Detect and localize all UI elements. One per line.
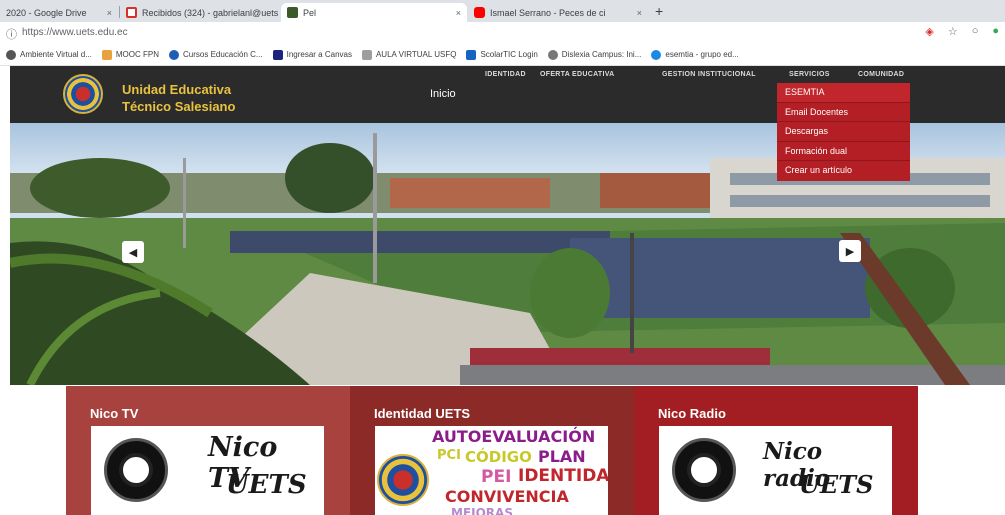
feature-panels: Nico TV Nico TV UETS Identidad UETS AUTO…	[66, 386, 918, 515]
profile-icon[interactable]: ●	[992, 25, 999, 38]
bookmark-ambiente-virtual[interactable]: Ambiente Virtual d...	[6, 49, 92, 60]
bookmark-icon	[466, 49, 477, 60]
bookmark-aula-virtual[interactable]: AULA VIRTUAL USFQ	[361, 49, 457, 60]
dropdown-item-crear-articulo[interactable]: Crear un artículo	[777, 161, 910, 181]
youtube-icon	[474, 7, 485, 18]
extension-icon[interactable]: ○	[972, 25, 979, 38]
word: IDENTIDAD	[518, 466, 608, 486]
bookmark-icon	[272, 49, 283, 60]
bookmark-scolartic[interactable]: ScolarTIC Login	[466, 49, 538, 60]
nav-inicio[interactable]: Inicio	[430, 88, 456, 100]
tab-title: Pel	[303, 7, 317, 18]
bookmark-icon	[361, 49, 372, 60]
new-tab-button[interactable]: +	[655, 3, 663, 19]
nav-comunidad[interactable]: COMUNIDAD	[858, 71, 904, 78]
url-field[interactable]: https://www.uets.edu.ec	[22, 27, 128, 38]
gmail-icon	[126, 7, 137, 18]
word: PEI	[481, 467, 512, 487]
tab-title: Recibidos (324) - gabrielanl@uets	[142, 7, 279, 18]
toolbar-icons: ◈ ☆ ○ ●	[925, 25, 999, 38]
close-icon[interactable]: ×	[278, 8, 280, 18]
bookmark-esemtia[interactable]: esemtia - grupo ed...	[651, 49, 739, 60]
bookmark-icon	[651, 49, 662, 60]
nav-gestion-institucional[interactable]: GESTION INSTITUCIONAL	[662, 71, 756, 78]
carousel-next-button[interactable]: ▶	[839, 240, 861, 262]
bookmark-mooc[interactable]: MOOC FPN	[101, 49, 159, 60]
bookmark-label: Dislexia Campus: Ini...	[561, 50, 642, 59]
panel-title: Identidad UETS	[374, 406, 471, 421]
bookmark-label: ScolarTIC Login	[480, 50, 538, 59]
school-logo[interactable]	[63, 74, 103, 114]
nico-tv-badge-icon	[104, 438, 168, 502]
tab-youtube[interactable]: Ismael Serrano - Peces de ci ×	[468, 3, 648, 22]
dropdown-item-email-docentes[interactable]: Email Docentes	[777, 103, 910, 122]
word: AUTOEVALUACIÓN	[432, 427, 596, 446]
nico-radio-image[interactable]: Nico radio UETS	[659, 426, 892, 515]
close-icon[interactable]: ×	[101, 8, 112, 18]
tab-title: Ismael Serrano - Peces de ci	[490, 7, 606, 18]
word: PLAN	[538, 447, 586, 466]
tab-title: 2020 - Google Drive	[6, 7, 87, 18]
bookmark-label: AULA VIRTUAL USFQ	[375, 50, 457, 59]
panel-title: Nico TV	[90, 406, 139, 421]
bookmark-label: MOOC FPN	[115, 50, 159, 59]
panel-nico-radio[interactable]: Nico Radio Nico radio UETS	[634, 386, 918, 515]
school-name[interactable]: Unidad Educativa Técnico Salesiano	[122, 81, 235, 115]
word: CÓDIGO	[465, 448, 532, 466]
site-favicon-icon	[287, 7, 298, 18]
school-name-line2: Técnico Salesiano	[122, 99, 236, 114]
tab-pel[interactable]: Pel ×	[281, 3, 467, 22]
dropdown-item-esemtia[interactable]: ESEMTIA	[777, 83, 910, 103]
bookmark-label: Cursos Educación C...	[183, 50, 263, 59]
microphone-icon	[687, 453, 721, 487]
bookmark-canvas[interactable]: Ingresar a Canvas	[272, 49, 352, 60]
script-subtitle: UETS	[226, 470, 307, 500]
nav-identidad[interactable]: IDENTIDAD	[485, 71, 526, 78]
bookmark-icon	[169, 49, 179, 60]
panel-title: Nico Radio	[658, 406, 726, 421]
close-icon[interactable]: ×	[450, 8, 461, 18]
servicios-dropdown: ESEMTIA Email Docentes Descargas Formaci…	[777, 83, 910, 181]
panel-identidad-uets[interactable]: Identidad UETS AUTOEVALUACIÓN PCI CÓDIGO…	[350, 386, 634, 515]
word: CONVIVENCIA	[445, 487, 569, 506]
bookmark-icon	[101, 49, 112, 60]
address-bar: ⓘ https://www.uets.edu.ec ◈ ☆ ○ ●	[0, 22, 1005, 44]
school-name-line1: Unidad Educativa	[122, 82, 232, 97]
info-icon[interactable]: ⓘ	[6, 26, 17, 42]
tab-google-drive[interactable]: 2020 - Google Drive ×	[0, 3, 118, 22]
bookmark-star-icon[interactable]: ☆	[948, 25, 958, 38]
bookmarks-bar: Ambiente Virtual d... MOOC FPN Cursos Ed…	[0, 44, 1005, 66]
nico-tv-image[interactable]: Nico TV UETS	[91, 426, 324, 515]
word: MEJORAS	[451, 506, 513, 515]
bookmark-cursos[interactable]: Cursos Educación C...	[169, 49, 263, 60]
camera-icon	[119, 453, 153, 487]
bookmark-icon	[6, 49, 16, 60]
bookmark-label: Ambiente Virtual d...	[20, 50, 92, 59]
word: PCI	[437, 448, 461, 463]
nav-oferta-educativa[interactable]: OFERTA EDUCATIVA	[540, 71, 615, 78]
bookmark-dislexia[interactable]: Dislexia Campus: Ini...	[547, 49, 642, 60]
script-subtitle: UETS	[799, 470, 874, 499]
dropdown-item-formacion-dual[interactable]: Formación dual	[777, 142, 910, 161]
bookmark-label: esemtia - grupo ed...	[665, 50, 739, 59]
school-logo	[377, 454, 429, 506]
bookmark-icon	[547, 49, 558, 60]
dropdown-item-descargas[interactable]: Descargas	[777, 122, 910, 142]
tab-gmail[interactable]: Recibidos (324) - gabrielanl@uets ×	[120, 3, 280, 22]
identidad-word-cloud[interactable]: AUTOEVALUACIÓN PCI CÓDIGO PLAN PEI IDENT…	[375, 426, 608, 515]
close-icon[interactable]: ×	[631, 8, 642, 18]
panel-nico-tv[interactable]: Nico TV Nico TV UETS	[66, 386, 350, 515]
carousel-prev-button[interactable]: ◀	[122, 241, 144, 263]
bookmark-label: Ingresar a Canvas	[286, 50, 352, 59]
translate-icon[interactable]: ◈	[925, 25, 933, 38]
nico-radio-badge-icon	[672, 438, 736, 502]
nav-servicios[interactable]: SERVICIOS	[789, 71, 830, 78]
browser-tab-strip: 2020 - Google Drive × Recibidos (324) - …	[0, 0, 1005, 22]
